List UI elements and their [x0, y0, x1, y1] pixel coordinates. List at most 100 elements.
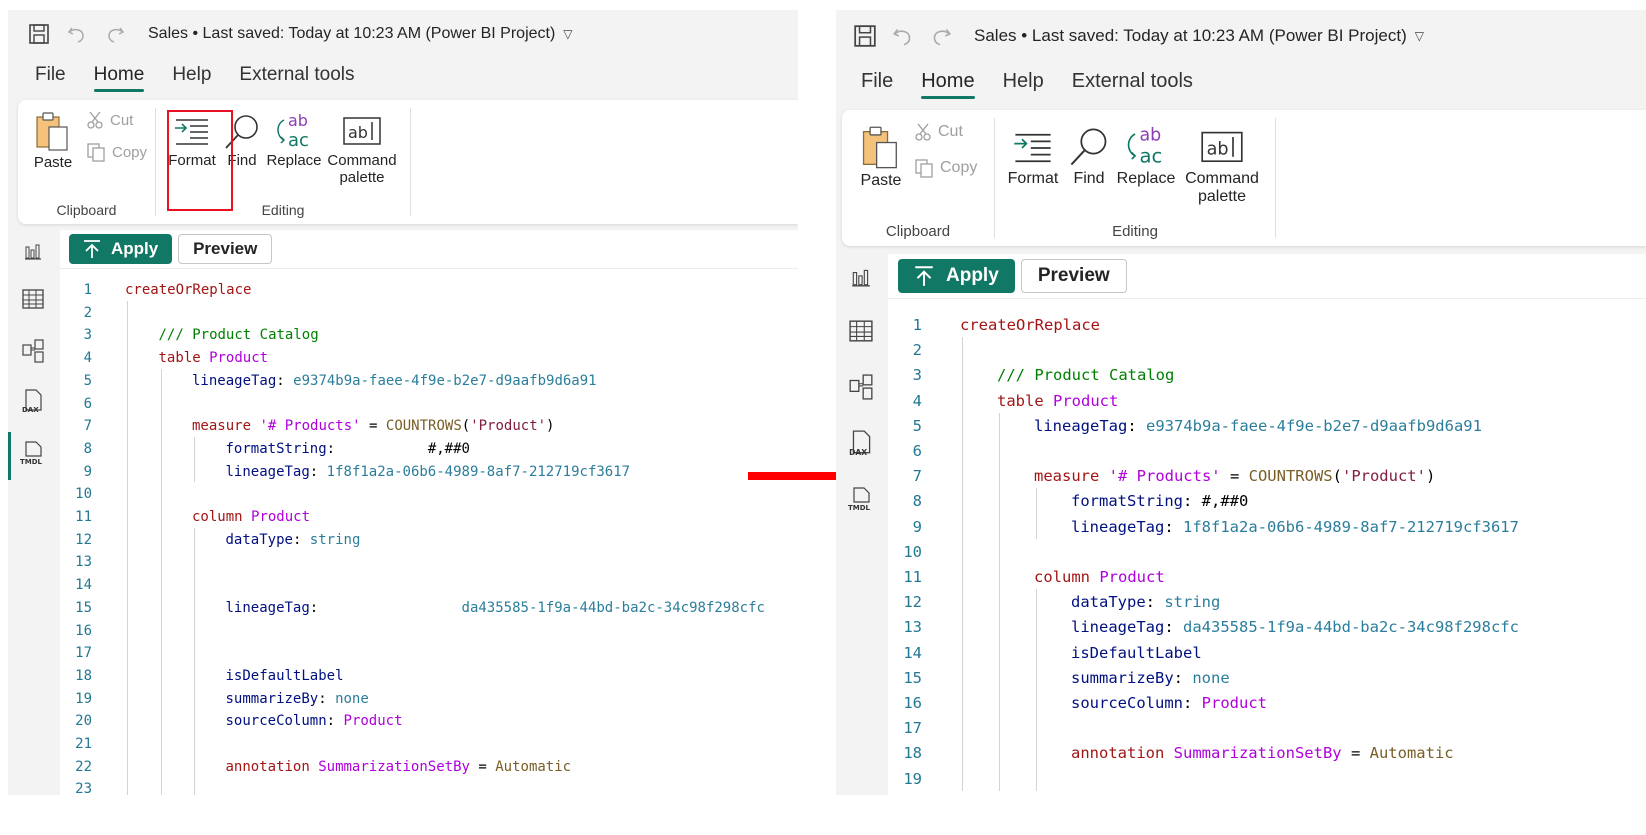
menu-tabs: File Home Help External tools: [35, 64, 383, 92]
redo-icon[interactable]: [102, 21, 128, 47]
preview-button[interactable]: Preview: [178, 234, 273, 264]
line-number: 18: [75, 667, 92, 684]
tmdl-editor[interactable]: Apply Preview 1 createOrReplace 2 3/// Prod…: [888, 254, 1646, 795]
tab-home[interactable]: Home: [93, 64, 144, 92]
replace-button[interactable]: ab ac Replace: [1115, 122, 1177, 188]
code-line: table Product: [997, 392, 1118, 410]
editor-toolbar: Apply Preview: [898, 256, 1127, 296]
table-view-icon[interactable]: [20, 286, 46, 312]
code-line: lineageTag: da435585-1f9a-44bd-ba2c-34c9…: [1071, 618, 1519, 636]
paste-label: Paste: [33, 154, 73, 171]
dax-query-icon[interactable]: DAX: [20, 388, 46, 414]
apply-icon: [915, 266, 933, 286]
model-view-icon[interactable]: [20, 338, 46, 364]
code-token: lineageTag: [192, 372, 277, 389]
line-number: 2: [83, 304, 92, 321]
tab-file[interactable]: File: [35, 64, 66, 92]
code-token: COUNTROWS: [1248, 467, 1333, 486]
code-token: 'Product': [470, 418, 547, 435]
line-number: 4: [912, 391, 922, 410]
tab-external-tools[interactable]: External tools: [1072, 70, 1193, 99]
redo-icon[interactable]: [928, 23, 954, 49]
code-token: :: [1182, 492, 1202, 511]
line-number: 20: [75, 713, 92, 730]
code-token: :: [1182, 694, 1202, 712]
apply-button[interactable]: Apply: [898, 259, 1015, 293]
svg-text:ab: ab: [288, 111, 308, 130]
code-token: 'Product': [1341, 467, 1426, 486]
caret-down-icon[interactable]: ▽: [563, 27, 572, 41]
save-icon[interactable]: [852, 23, 878, 49]
code-token: annotation: [225, 758, 319, 775]
code-area[interactable]: 1 createOrReplace 2 3/// Product Catalog 4 ta…: [888, 316, 1646, 795]
menu-tabs: File Home Help External tools: [861, 70, 1221, 99]
undo-icon[interactable]: [890, 23, 916, 49]
model-view-icon[interactable]: [848, 374, 874, 400]
command-palette-button[interactable]: ab Command palette: [324, 112, 400, 186]
line-number: 16: [903, 694, 922, 712]
copy-button[interactable]: Copy: [86, 142, 147, 162]
dax-query-icon[interactable]: DAX: [848, 430, 874, 457]
tab-file[interactable]: File: [861, 70, 893, 99]
code-token: :: [318, 690, 336, 707]
command-palette-label-1: Command: [1185, 170, 1259, 187]
tab-help[interactable]: Help: [1003, 70, 1044, 99]
undo-icon[interactable]: [64, 21, 90, 47]
line-number: 14: [903, 643, 922, 662]
code-line: column Product: [192, 509, 310, 525]
indent-guide: [194, 527, 195, 795]
tab-external-tools[interactable]: External tools: [239, 64, 354, 92]
tab-home[interactable]: Home: [921, 70, 975, 99]
paste-button[interactable]: Paste: [854, 124, 908, 190]
code-token: Automatic: [495, 758, 572, 775]
paste-button[interactable]: Paste: [28, 110, 78, 171]
format-button[interactable]: Format: [1005, 126, 1061, 188]
clipboard-group: Paste Cut Copy Clipboard: [18, 100, 155, 224]
cut-button[interactable]: Cut: [914, 122, 963, 142]
tab-help[interactable]: Help: [172, 64, 211, 92]
code-token: string: [1164, 593, 1221, 612]
line-number: 12: [903, 593, 922, 612]
code-area[interactable]: 1 createOrReplace 2 3/// Product Catalog 4 ta…: [60, 282, 798, 795]
code-line: summarizeBy: none: [1071, 669, 1230, 687]
report-view-icon[interactable]: [20, 238, 46, 264]
indent-guide: [999, 412, 1000, 791]
caret-down-icon[interactable]: ▽: [1415, 29, 1424, 43]
code-token: Product: [1099, 568, 1165, 586]
format-highlight-box: [167, 110, 233, 211]
code-token: lineageTag: [225, 463, 310, 480]
find-button[interactable]: Find: [1067, 124, 1111, 188]
tmdl-view-icon[interactable]: TMDL: [848, 486, 874, 512]
line-number: 11: [903, 568, 922, 586]
table-view-icon[interactable]: [848, 318, 874, 344]
code-token: :: [292, 531, 310, 548]
save-icon[interactable]: [26, 21, 52, 47]
copy-label: Copy: [112, 143, 148, 161]
cut-button[interactable]: Cut: [86, 110, 133, 130]
paste-icon: [862, 126, 897, 169]
line-number: 22: [75, 758, 92, 775]
code-line: dataType: string: [226, 532, 361, 548]
tmdl-editor[interactable]: Apply Preview 1 createOrReplace 2 3/// Prod…: [60, 230, 798, 795]
code-token: #,##0: [427, 440, 470, 457]
replace-label: Replace: [266, 152, 322, 169]
preview-button[interactable]: Preview: [1020, 259, 1127, 293]
tmdl-view-icon[interactable]: TMDL: [20, 440, 46, 466]
command-palette-button[interactable]: ab Command palette: [1181, 126, 1263, 206]
ribbon-separator: [1275, 118, 1276, 238]
copy-button[interactable]: Copy: [914, 158, 977, 178]
code-line: isDefaultLabel: [226, 668, 344, 684]
report-view-icon[interactable]: [848, 264, 874, 290]
code-line: annotation SummarizationSetBy = Automati…: [226, 759, 572, 775]
code-token: Automatic: [1369, 744, 1454, 763]
code-token: '# Products': [259, 418, 361, 435]
document-title: Sales • Last saved: Today at 10:23 AM (P…: [974, 26, 1407, 45]
code-line: formatString: #,##0: [226, 441, 470, 457]
replace-button[interactable]: ab ac Replace: [266, 110, 322, 169]
line-number: 6: [83, 395, 92, 412]
apply-button[interactable]: Apply: [69, 234, 173, 264]
code-token: :: [309, 463, 327, 480]
svg-text:ac: ac: [1139, 144, 1162, 167]
code-token: :: [309, 599, 462, 616]
line-number: 7: [912, 467, 922, 486]
